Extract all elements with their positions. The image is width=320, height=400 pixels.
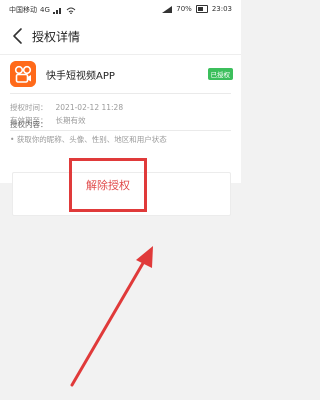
clock: 23:03 bbox=[211, 5, 232, 13]
network-label: 4G bbox=[40, 6, 50, 14]
app-name: 快手短视频APP bbox=[46, 71, 115, 82]
battery-percent: 70% bbox=[176, 5, 192, 13]
validity-value: 长期有效 bbox=[55, 116, 86, 125]
status-right: 70% 23:03 bbox=[162, 5, 232, 13]
battery-icon bbox=[195, 5, 208, 13]
status-bar: 中国移动 4G 70% 23:03 bbox=[0, 0, 241, 18]
auth-time-label: 授权时间： bbox=[10, 103, 48, 112]
status-left: 中国移动 4G bbox=[9, 5, 76, 15]
divider bbox=[10, 130, 231, 131]
carrier-label: 中国移动 bbox=[9, 6, 37, 14]
kuaishou-logo-icon bbox=[10, 61, 36, 87]
revoke-authorization-button[interactable]: 解除授权 bbox=[69, 158, 147, 212]
auth-scope-value: 获取你的昵称、头像、性别、地区和用户状态 bbox=[16, 135, 167, 144]
pointer-arrow-icon bbox=[70, 246, 153, 387]
signal-strength-icon bbox=[162, 5, 173, 13]
nav-bar: 授权详情 bbox=[0, 18, 241, 54]
divider bbox=[10, 93, 231, 94]
page-title: 授权详情 bbox=[32, 30, 81, 44]
back-arrow-icon[interactable] bbox=[10, 27, 26, 45]
revoke-authorization-label: 解除授权 bbox=[86, 179, 130, 192]
auth-content-label: 授权内容： bbox=[10, 120, 48, 129]
wifi-icon bbox=[66, 7, 76, 14]
auth-time-row: 授权时间： 2021-02-12 11:28 bbox=[10, 102, 123, 113]
signal-icon bbox=[52, 7, 61, 14]
auth-scope-text: • 获取你的昵称、头像、性别、地区和用户状态 bbox=[10, 135, 167, 144]
authorized-badge: 已授权 bbox=[207, 68, 233, 80]
auth-time-value: 2021-02-12 11:28 bbox=[55, 103, 124, 112]
